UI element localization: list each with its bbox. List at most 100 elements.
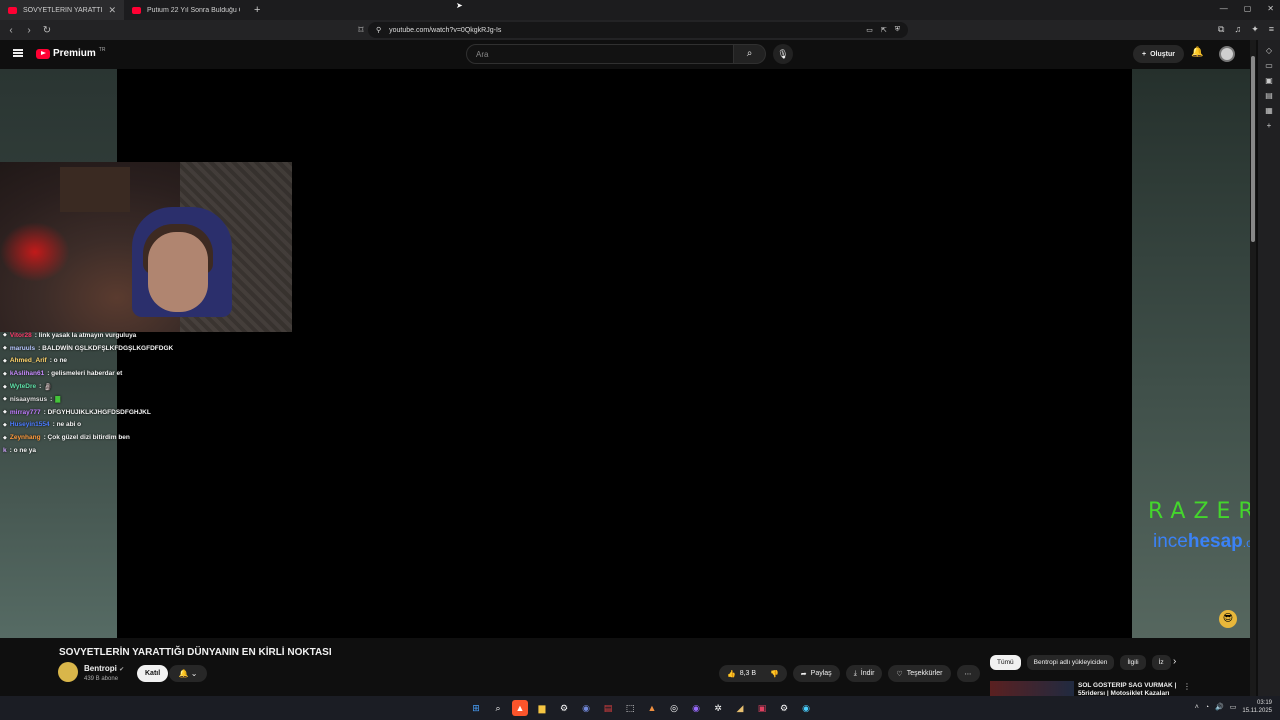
like-dislike-button[interactable]: 👍 8,3 B 👎 <box>719 665 787 682</box>
steam-icon[interactable]: ⚙ <box>556 700 572 716</box>
account-avatar[interactable] <box>1219 46 1235 62</box>
sidebar-notes-icon[interactable]: ▤ <box>1265 91 1273 100</box>
search-button[interactable]: ⌕ <box>734 44 766 64</box>
app-slice-icon[interactable]: ◢ <box>732 700 748 716</box>
sidebar-add-icon[interactable]: + <box>1267 121 1272 130</box>
site-info-icon[interactable]: ⚲ <box>376 26 381 34</box>
windows-taskbar: ⊞ ⌕ ▲ ▆ ⚙ ◉ ▤ ⬚ ▲ ◎ ◉ ✲ ◢ ▣ ⚙ ◉ ˄ ◔ 🔊 ▭ … <box>0 696 1280 720</box>
mouse-cursor-icon: ➤ <box>456 1 463 10</box>
chevron-right-icon[interactable]: › <box>1173 656 1176 667</box>
streamer-webcam <box>0 162 292 332</box>
emote-icon: 🗿 <box>44 383 53 391</box>
maximize-icon[interactable]: ▢ <box>1244 4 1252 13</box>
sidebar-box-icon[interactable]: ▣ <box>1265 76 1273 85</box>
dislike-icon: 👎 <box>770 670 779 678</box>
chat-text: : Çok güzel dizi bitirdim ben <box>43 434 130 442</box>
settings-icon[interactable]: ⚙ <box>776 700 792 716</box>
music-icon[interactable]: ♫ <box>1234 24 1241 35</box>
like-count: 8,3 B <box>739 670 757 677</box>
browser-tab[interactable]: Putium 22 Yıl Sonra Bulduğu Gerçeği <box>124 0 248 20</box>
youtube-logo[interactable]: Premium TR <box>36 47 105 59</box>
emote-icon: ▇ <box>55 396 61 404</box>
thanks-button[interactable]: ♡ Teşekkürler <box>888 665 951 682</box>
bookmark-icon[interactable]: ⌑ <box>354 25 368 36</box>
youtube-favicon-icon <box>8 6 17 14</box>
share-icon[interactable]: ⇱ <box>881 26 887 34</box>
page-scrollbar[interactable] <box>1250 40 1256 696</box>
file-explorer-icon[interactable]: ▆ <box>534 700 550 716</box>
chat-user: maruuls <box>9 344 36 352</box>
browser-tab-active[interactable]: SOVYETLERİN YARATTIĞI DÜNYANIN ✕ <box>0 0 124 20</box>
close-window-icon[interactable]: ✕ <box>1267 4 1274 13</box>
related-video-title[interactable]: SOL GÖSTERİP SAĞ VURMAK | 55ridersı | Mo… <box>1078 682 1178 696</box>
obs-icon[interactable]: ◉ <box>688 700 704 716</box>
shield-icon[interactable]: ⛨ <box>895 26 900 34</box>
sidebar-diamond-icon[interactable]: ◇ <box>1266 46 1272 55</box>
reload-icon[interactable]: ↻ <box>40 25 54 36</box>
clock[interactable]: 03:19 15.11.2025 <box>1242 699 1272 715</box>
share-button[interactable]: ➦ Paylaş <box>792 665 840 682</box>
subscription-bell-button[interactable]: 🔔 ⌄ <box>169 665 207 682</box>
chat-user: Ahmed_Arif <box>9 357 47 365</box>
screenshot-icon[interactable]: ⧉ <box>1218 24 1224 35</box>
video-player[interactable]: ◆ Vitor28: link yasak la atmayın vurguluy… <box>0 69 1252 638</box>
related-video-thumbnail[interactable] <box>990 681 1074 696</box>
speaker-icon[interactable]: 🔊 <box>1215 703 1224 711</box>
badge-icon: ◆ <box>3 332 7 339</box>
chip-watched[interactable]: İz <box>1151 655 1171 670</box>
new-tab-plus-icon[interactable]: + <box>248 4 266 16</box>
join-button[interactable]: Katıl <box>137 665 169 682</box>
search-icon[interactable]: ⌕ <box>490 700 506 716</box>
cast-icon[interactable]: ▭ <box>866 26 873 34</box>
calendar-icon[interactable]: ▤ <box>600 700 616 716</box>
app-circle-icon[interactable]: ◎ <box>666 700 682 716</box>
search-input[interactable]: Ara <box>466 44 734 64</box>
chip-all[interactable]: Tümü <box>990 655 1021 670</box>
download-icon: ⤓ <box>853 669 857 677</box>
sidebar-reading-icon[interactable]: ▦ <box>1265 106 1273 115</box>
app-orange-icon[interactable]: ▲ <box>644 700 660 716</box>
kebab-menu-icon[interactable]: ⋮ <box>1183 682 1191 691</box>
address-bar[interactable]: ⚲ youtube.com/watch?v=0QkgkRJg-Is ▭ ⇱ ⛨ <box>368 22 908 38</box>
brave-browser-icon[interactable]: ▲ <box>512 700 528 716</box>
back-arrow-icon[interactable]: ‹ <box>4 25 18 36</box>
stream-chat-overlay: ◆ Vitor28: link yasak la atmayın vurguluy… <box>0 329 300 457</box>
battery-icon[interactable]: ▭ <box>1230 703 1237 711</box>
url-text: youtube.com/watch?v=0QkgkRJg-Is <box>389 26 502 34</box>
app-gear-icon[interactable]: ✲ <box>710 700 726 716</box>
chat-user: kAslihan61 <box>9 370 45 378</box>
menu-icon[interactable]: ≡ <box>1269 24 1274 35</box>
extensions-icon[interactable]: ✦ <box>1251 24 1259 35</box>
youtube-favicon-icon <box>132 6 141 14</box>
app-red-icon[interactable]: ▣ <box>754 700 770 716</box>
verified-check-icon: ✔ <box>119 667 125 673</box>
notifications-bell-icon[interactable]: 🔔 <box>1191 47 1203 58</box>
chat-user: Vitor28 <box>9 331 32 339</box>
create-button[interactable]: + Oluştur <box>1133 45 1184 63</box>
app-globe-icon[interactable]: ◉ <box>798 700 814 716</box>
badge-icon: ◆ <box>3 396 7 403</box>
voice-search-button[interactable]: 🎙 <box>773 44 793 64</box>
forward-arrow-icon[interactable]: › <box>22 25 36 36</box>
scrollbar-thumb[interactable] <box>1251 56 1255 242</box>
epic-games-icon[interactable]: ⬚ <box>622 700 638 716</box>
hamburger-menu-icon[interactable] <box>13 49 23 57</box>
chat-user: nisaaymsus <box>9 395 48 403</box>
chat-line: ◆ WyteDre: 🗿 <box>0 380 300 393</box>
channel-name[interactable]: Bentropi ✔ <box>84 664 124 673</box>
chip-related[interactable]: İlgili <box>1120 655 1146 670</box>
sidebar-wallet-icon[interactable]: ▭ <box>1265 61 1273 70</box>
minimize-icon[interactable]: — <box>1220 4 1228 13</box>
windows-start-icon[interactable]: ⊞ <box>468 700 484 716</box>
tab-close-icon[interactable]: ✕ <box>108 5 116 16</box>
more-actions-button[interactable]: ⋯ <box>956 665 980 682</box>
search-icon: ⌕ <box>746 48 753 59</box>
wifi-icon[interactable]: ◔ <box>1205 704 1209 711</box>
tray-chevron-icon[interactable]: ˄ <box>1195 704 1199 711</box>
chip-uploader[interactable]: Bentropi adlı yükleyiciden <box>1026 655 1115 670</box>
download-button[interactable]: ⤓ İndir <box>845 665 883 682</box>
chevron-down-icon: ⌄ <box>190 669 198 678</box>
chat-text: : BALDWİN GŞLKDFŞLKFDGŞLKGFDFDGK <box>38 344 174 352</box>
discord-icon[interactable]: ◉ <box>578 700 594 716</box>
channel-avatar[interactable] <box>58 662 78 682</box>
